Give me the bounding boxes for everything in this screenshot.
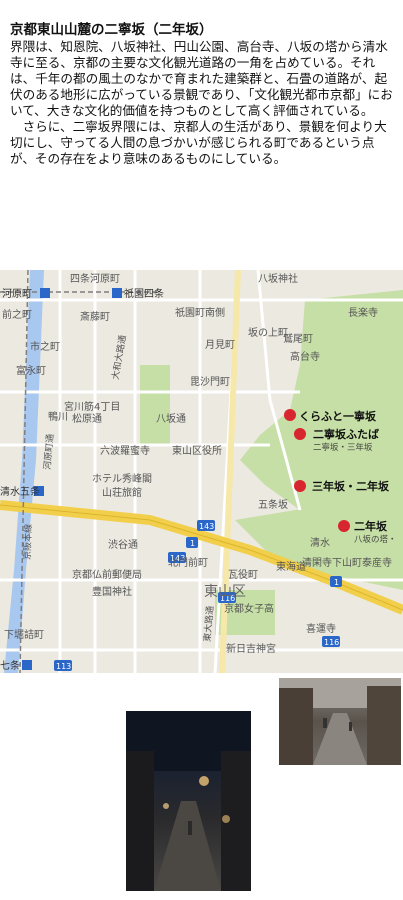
label-yasaka-dori: 八坂通 (156, 413, 186, 425)
label-ward-office: 東山区役所 (172, 444, 222, 457)
label-rokuhara: 六波羅蜜寺 (100, 444, 150, 457)
label-ichinocho: 市之町 (30, 340, 60, 353)
label-kamogawa: 鴨川 (48, 410, 68, 423)
article-paragraph-1: 界隈は、知恩院、八坂神社、円山公園、高台寺、八坂の塔から清水寺に至る、京都の主要… (10, 39, 393, 118)
route-116b-shield: 116 (322, 636, 340, 647)
svg-text:二年坂: 二年坂 (354, 519, 388, 533)
route-143-shield: 143 (197, 520, 215, 531)
label-kodaiji: 高台寺 (290, 350, 320, 363)
label-seikanji: 清閑寺下山町 (302, 556, 362, 569)
night-photo-icon (126, 711, 251, 891)
area-map[interactable]: 河原町 祇園四条 清水五条 七条 143 143 1 1 116 116 113… (0, 270, 403, 673)
svg-text:清水五条: 清水五条 (0, 485, 40, 498)
night-alley-photo (126, 711, 251, 891)
street-photo-icon (279, 678, 401, 765)
route-1a-shield: 1 (186, 537, 198, 548)
map-canvas: 河原町 祇園四条 清水五条 七条 143 143 1 1 116 116 113… (0, 270, 403, 673)
article-title: 京都東山山麓の二寧坂（二年坂） (10, 22, 213, 38)
label-toyokuni: 豊国神社 (92, 585, 132, 598)
station-kiyomizu-gojo[interactable]: 清水五条 (0, 485, 44, 498)
label-miyagawa: 宮川筋4丁目 (64, 400, 120, 413)
label-post-office: 京都仏前郵便局 (72, 568, 142, 581)
route-113-shield: 113 (54, 660, 72, 671)
svg-text:113: 113 (56, 662, 71, 671)
park-kenninji (140, 365, 170, 445)
label-washio: 鷲尾町 (283, 332, 313, 345)
svg-text:116: 116 (324, 638, 339, 647)
svg-text:三年坂・二年坂: 三年坂・二年坂 (312, 479, 390, 493)
svg-text:くらふと一寧坂: くらふと一寧坂 (299, 409, 377, 423)
label-hotel: ホテル秀峰閣 (92, 473, 152, 485)
svg-text:河原町: 河原町 (2, 288, 32, 300)
street-photo (279, 678, 401, 765)
svg-text:143: 143 (199, 522, 214, 531)
label-sakanoue: 坂の上町 (248, 327, 288, 339)
label-bishamon: 毘沙門町 (190, 376, 230, 388)
label-chorakuji: 長楽寺 (348, 306, 378, 319)
article-text: 京都東山山麓の二寧坂（二年坂） 界隈は、知恩院、八坂神社、円山公園、高台寺、八坂… (10, 22, 398, 167)
label-kamemachi: 瓦役町 (228, 568, 258, 581)
label-gojozaka: 五条坂 (258, 498, 288, 511)
label-tokaido: 東海道 (276, 560, 306, 573)
label-shibutani: 渋谷通 (108, 538, 138, 551)
label-shijo-kawaramachi: 四条河原町 (70, 272, 120, 285)
route-1b-shield: 1 (330, 576, 342, 587)
label-tsukimi: 月見町 (205, 339, 235, 351)
svg-text:二寧坂・三年坂: 二寧坂・三年坂 (313, 442, 373, 453)
label-yasaka-jinja: 八坂神社 (258, 272, 298, 285)
label-sanjoku: 山荘旅館 (102, 486, 142, 499)
label-kyoto-joshi: 京都女子高 (224, 602, 274, 615)
svg-text:八坂の塔・: 八坂の塔・ (354, 534, 397, 545)
label-kiyomizu: 清水 (310, 536, 330, 549)
label-saitocho: 斎藤町 (80, 310, 110, 323)
svg-text:1: 1 (334, 578, 339, 587)
label-shin-hiyoshi: 新日吉神宮 (226, 642, 276, 655)
label-kitamonmae: 北門前町 (168, 556, 208, 569)
label-tominaga: 富永町 (16, 364, 46, 377)
label-matsubara: 松原通 (72, 412, 102, 425)
label-gion-minamigawa: 祇園町南側 (175, 306, 225, 319)
svg-text:1: 1 (190, 539, 195, 548)
label-taisanji: 泰産寺 (362, 556, 392, 569)
article-paragraph-2: さらに、二寧坂界隈には、京都人の生活があり、景観を何より大切にし、守ってる人間の… (10, 119, 387, 166)
label-kitasuge: 喜運寺 (306, 622, 336, 635)
svg-text:祇園四条: 祇園四条 (124, 287, 164, 300)
label-maenocho: 前之町 (2, 308, 32, 321)
label-higashiyama-ku: 東山区 (204, 584, 246, 600)
svg-text:七条: 七条 (0, 659, 20, 672)
svg-text:二寧坂ふたば: 二寧坂ふたば (313, 427, 379, 441)
label-shimohori: 下堀詰町 (4, 628, 44, 641)
